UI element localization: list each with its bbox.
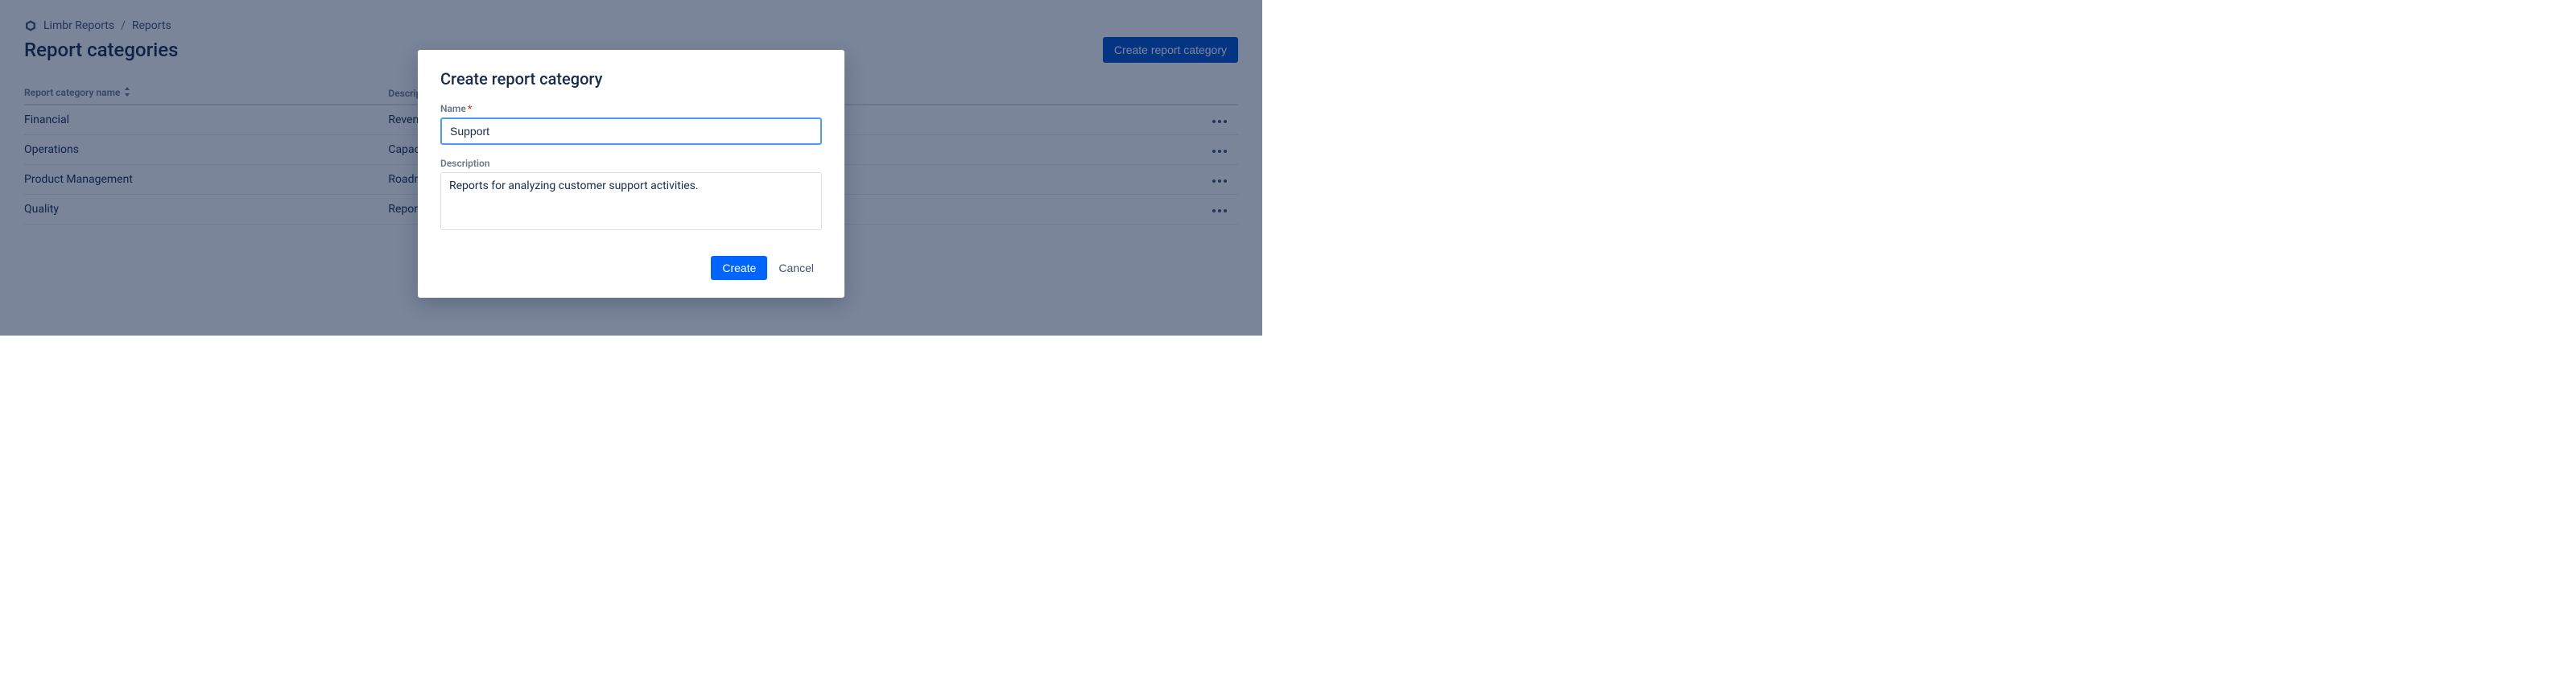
name-input[interactable] (440, 117, 822, 145)
modal-title: Create report category (440, 69, 822, 89)
modal-footer: Create Cancel (440, 256, 822, 280)
modal-create-button[interactable]: Create (711, 256, 767, 280)
name-field: Name* (440, 103, 822, 145)
name-label-text: Name (440, 103, 466, 114)
description-input[interactable]: Reports for analyzing customer support a… (440, 172, 822, 230)
description-label: Description (440, 158, 822, 169)
name-label: Name* (440, 103, 822, 114)
modal-cancel-button[interactable]: Cancel (770, 256, 822, 280)
description-field: Description Reports for analyzing custom… (440, 158, 822, 233)
create-report-category-modal: Create report category Name* Description… (418, 50, 844, 298)
required-indicator: * (468, 103, 472, 114)
